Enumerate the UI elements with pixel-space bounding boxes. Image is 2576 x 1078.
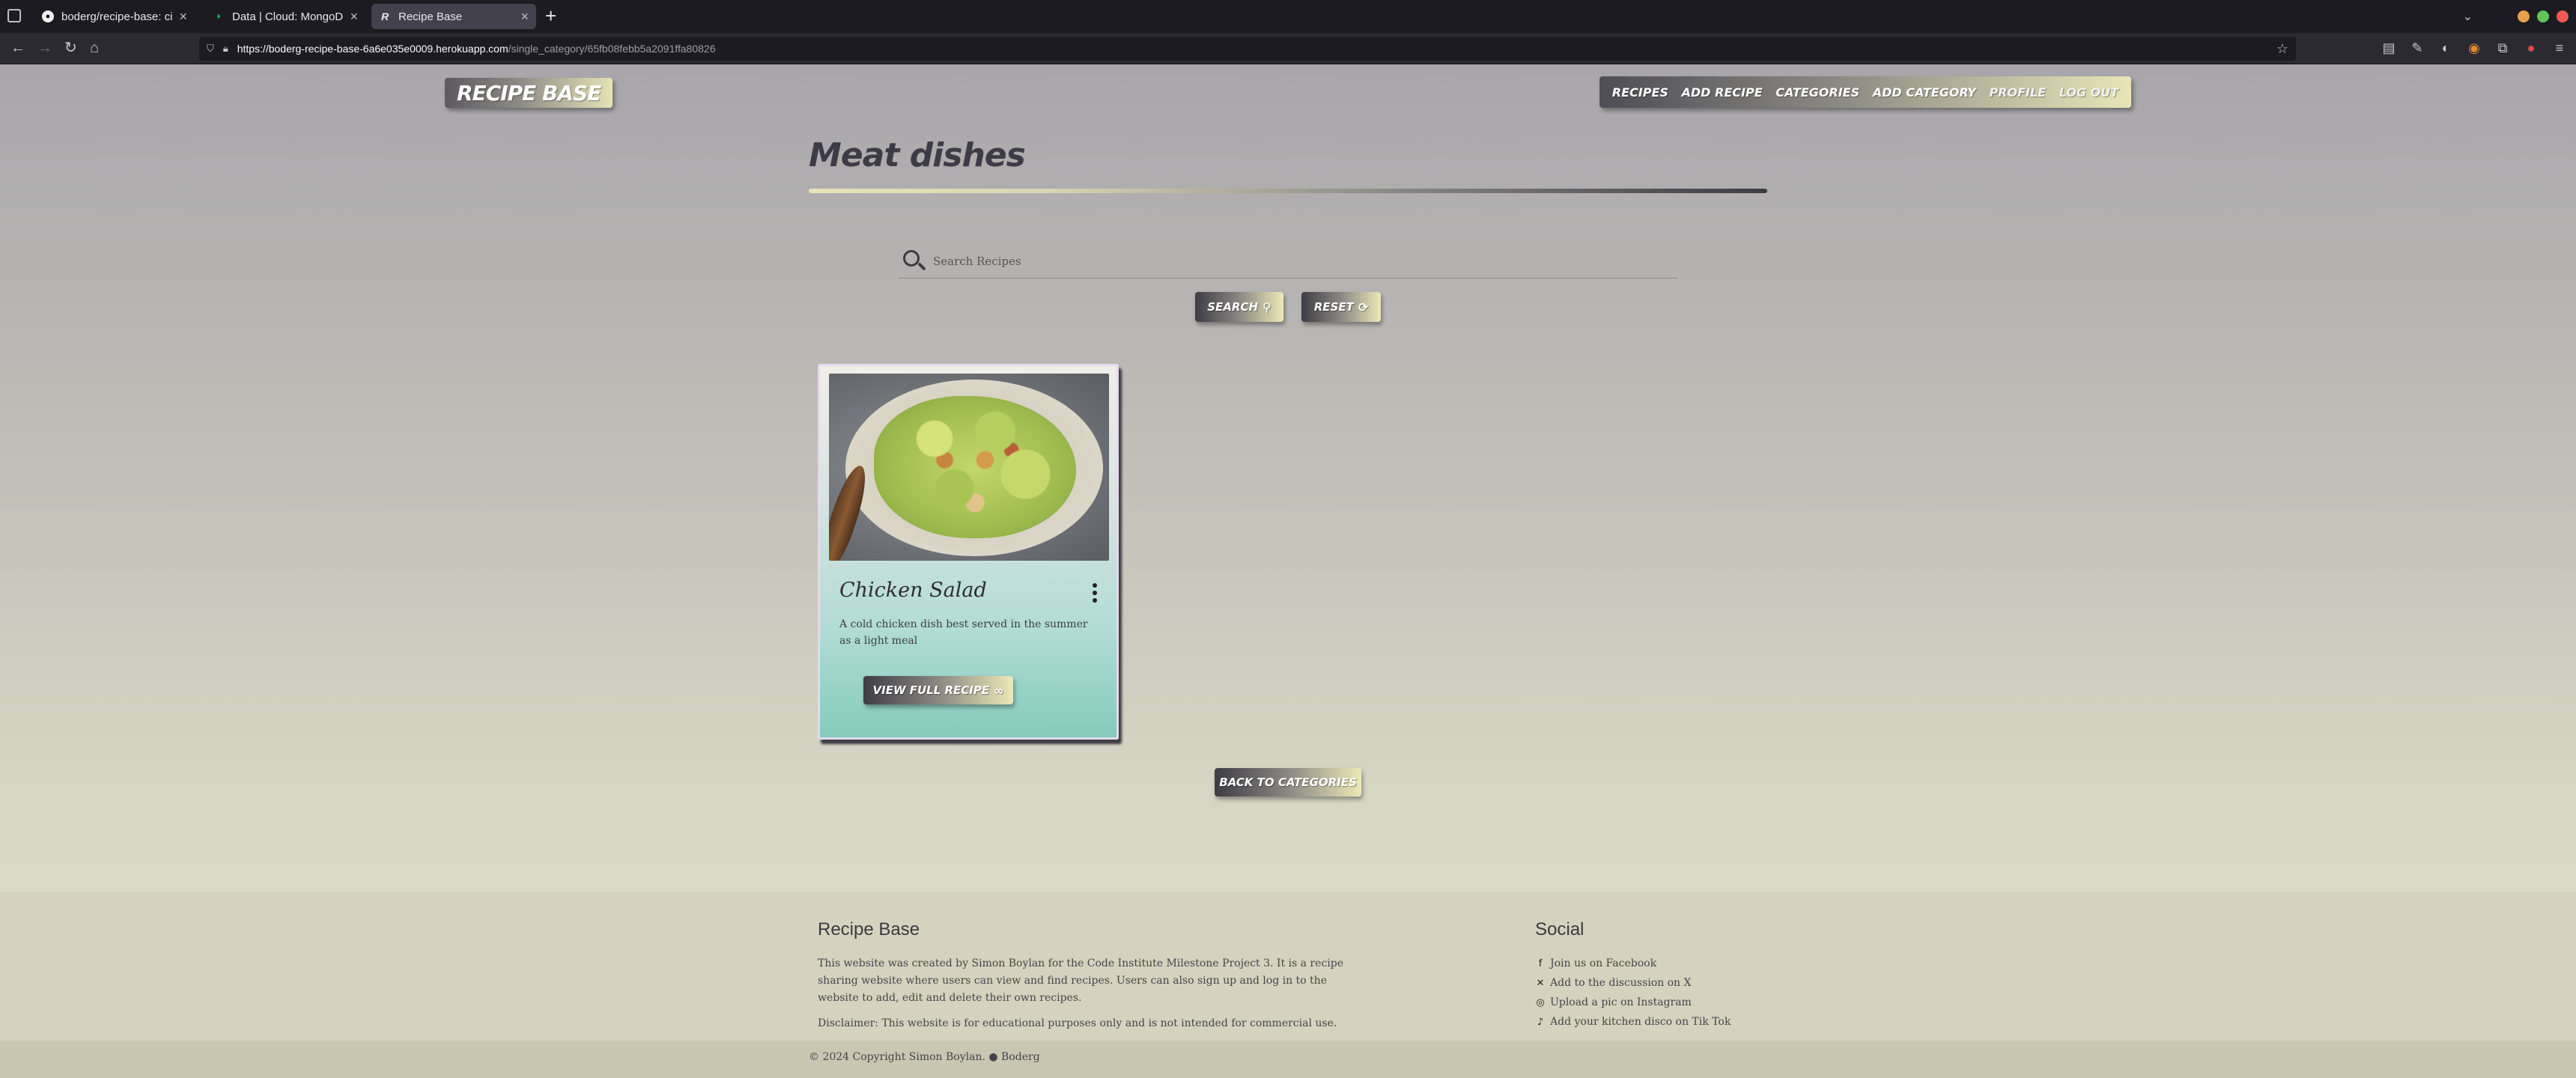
browser-tab-recipe-base[interactable]: R Recipe Base × bbox=[371, 4, 536, 29]
profile-icon[interactable]: ● bbox=[2522, 39, 2540, 57]
close-window-button[interactable] bbox=[2557, 10, 2569, 22]
nav-recipes[interactable]: RECIPES bbox=[1612, 85, 1668, 100]
new-tab-button[interactable]: + bbox=[545, 6, 556, 25]
github-icon: ● bbox=[42, 10, 54, 22]
back-to-categories-button[interactable]: BACK TO CATEGORIES bbox=[1215, 768, 1361, 797]
web-page: RECIPE BASE RECIPES ADD RECIPE CATEGORIE… bbox=[0, 64, 2576, 1078]
close-tab-icon[interactable]: × bbox=[179, 9, 187, 25]
refresh-icon: ⟳ bbox=[1358, 299, 1369, 314]
home-icon[interactable]: ⌂ bbox=[90, 40, 99, 55]
tracking-protection-icon[interactable]: ⛉ bbox=[207, 43, 214, 55]
facebook-icon: f bbox=[1538, 957, 1543, 969]
social-link-text: Add to the discussion on X bbox=[1550, 977, 1692, 989]
social-link-tiktok[interactable]: ♪ Add your kitchen disco on Tik Tok bbox=[1535, 1012, 1731, 1032]
footer-social-heading: Social bbox=[1535, 919, 1585, 940]
main-nav: RECIPES ADD RECIPE CATEGORIES ADD CATEGO… bbox=[1600, 76, 2131, 108]
browser-toolbar: ← → ↻ ⌂ ⛉ 🔒︎ https://boderg-recipe-base-… bbox=[0, 33, 2576, 64]
nav-add-recipe[interactable]: ADD RECIPE bbox=[1682, 85, 1763, 100]
view-full-recipe-label: VIEW FULL RECIPE bbox=[872, 683, 990, 697]
github-link[interactable]: Boderg bbox=[1001, 1051, 1040, 1063]
lock-icon[interactable]: 🔒︎ bbox=[223, 43, 228, 55]
close-tab-icon[interactable]: × bbox=[350, 9, 358, 25]
social-link-x[interactable]: ✕ Add to the discussion on X bbox=[1535, 973, 1731, 993]
extension-icon[interactable]: ◐ bbox=[2437, 39, 2455, 57]
recipe-card: Chicken Salad A cold chicken dish best s… bbox=[818, 364, 1119, 740]
footer-about-heading: Recipe Base bbox=[818, 919, 920, 940]
tab-title: Data | Cloud: MongoDB Clo bbox=[232, 10, 344, 23]
search-button[interactable]: SEARCH ⚲ bbox=[1195, 292, 1284, 322]
more-options-icon[interactable] bbox=[1091, 583, 1099, 603]
glasses-icon: ∞ bbox=[994, 683, 1004, 698]
browser-tab-github[interactable]: ● boderg/recipe-base: ci mile × bbox=[34, 4, 195, 29]
instagram-icon: ◎ bbox=[1536, 996, 1545, 1008]
nav-profile[interactable]: PROFILE bbox=[1989, 85, 2046, 100]
reset-button-label: RESET bbox=[1313, 300, 1354, 314]
tiktok-icon: ♪ bbox=[1537, 1016, 1544, 1028]
nav-categories[interactable]: CATEGORIES bbox=[1775, 85, 1859, 100]
footer: Recipe Base This website was created by … bbox=[0, 892, 2576, 1041]
brand-logo[interactable]: RECIPE BASE bbox=[445, 78, 613, 108]
dev-tools-icon[interactable]: ✎ bbox=[2408, 39, 2426, 57]
nav-log-out[interactable]: LOG OUT bbox=[2059, 85, 2118, 100]
social-link-facebook[interactable]: f Join us on Facebook bbox=[1535, 954, 1731, 973]
search-icon: ⚲ bbox=[1263, 299, 1272, 314]
recipe-base-icon: R bbox=[380, 10, 389, 22]
recipe-title: Chicken Salad bbox=[839, 579, 987, 602]
recipe-image bbox=[829, 374, 1109, 561]
social-link-text: Upload a pic on Instagram bbox=[1550, 996, 1692, 1008]
reload-icon[interactable]: ↻ bbox=[64, 40, 77, 55]
nav-add-category[interactable]: ADD CATEGORY bbox=[1873, 85, 1976, 100]
extensions-puzzle-icon[interactable]: ⧉ bbox=[2494, 39, 2512, 57]
x-icon: ✕ bbox=[1536, 977, 1545, 989]
copyright-text: © 2024 Copyright Simon Boylan. ● Boderg bbox=[809, 1051, 1040, 1063]
brand-text: RECIPE BASE bbox=[457, 80, 601, 106]
url-bar[interactable]: ⛉ 🔒︎ https://boderg-recipe-base-6a6e035e… bbox=[199, 37, 2296, 61]
social-link-text: Add your kitchen disco on Tik Tok bbox=[1550, 1016, 1731, 1028]
browser-tab-bar: ● boderg/recipe-base: ci mile × ♦ Data |… bbox=[0, 0, 2576, 33]
list-all-tabs-icon[interactable]: ⌄ bbox=[2463, 9, 2473, 24]
tab-title: Recipe Base bbox=[398, 10, 463, 23]
github-icon: ● bbox=[988, 1051, 998, 1063]
back-button-label: BACK TO CATEGORIES bbox=[1219, 776, 1357, 789]
close-tab-icon[interactable]: × bbox=[520, 9, 529, 25]
footer-disclaimer: Disclaimer: This website is for educatio… bbox=[818, 1017, 1337, 1029]
browser-tab-mongodb[interactable]: ♦ Data | Cloud: MongoDB Clo × bbox=[205, 4, 365, 29]
search-bar bbox=[899, 244, 1677, 278]
extension-icon[interactable]: ◉ bbox=[2465, 39, 2483, 57]
tab-list-icon[interactable] bbox=[7, 9, 21, 22]
social-link-instagram[interactable]: ◎ Upload a pic on Instagram bbox=[1535, 993, 1731, 1012]
back-icon[interactable]: ← bbox=[10, 40, 25, 55]
recipe-description: A cold chicken dish best served in the s… bbox=[839, 618, 1088, 647]
social-links: f Join us on Facebook ✕ Add to the discuss… bbox=[1535, 954, 1731, 1032]
url-text: https://boderg-recipe-base-6a6e035e0009.… bbox=[237, 43, 716, 55]
minimize-button[interactable] bbox=[2518, 10, 2530, 22]
reset-button[interactable]: RESET ⟳ bbox=[1301, 292, 1381, 322]
copyright-bar: © 2024 Copyright Simon Boylan. ● Boderg bbox=[0, 1041, 2576, 1078]
menu-icon[interactable]: ≡ bbox=[2551, 39, 2569, 57]
social-link-text: Join us on Facebook bbox=[1550, 957, 1657, 969]
title-divider bbox=[809, 189, 1767, 193]
page-title: Meat dishes bbox=[809, 136, 1026, 174]
toolbar-extensions: ▤ ✎ ◐ ◉ ⧉ ● ≡ bbox=[2380, 39, 2569, 57]
mongodb-leaf-icon: ♦ bbox=[216, 12, 221, 21]
maximize-button[interactable] bbox=[2537, 10, 2549, 22]
forward-icon[interactable]: → bbox=[37, 40, 52, 55]
footer-about-text: This website was created by Simon Boylan… bbox=[818, 957, 1343, 1004]
search-button-label: SEARCH bbox=[1207, 300, 1259, 314]
search-icon bbox=[902, 249, 927, 274]
bookmark-star-icon[interactable]: ☆ bbox=[2276, 41, 2288, 57]
window-controls: ⌄ bbox=[2463, 0, 2576, 33]
reader-view-icon[interactable]: ▤ bbox=[2380, 39, 2398, 57]
tab-title: boderg/recipe-base: ci mile bbox=[61, 10, 173, 23]
view-full-recipe-button[interactable]: VIEW FULL RECIPE ∞ bbox=[863, 676, 1013, 704]
search-input[interactable] bbox=[933, 254, 1677, 268]
